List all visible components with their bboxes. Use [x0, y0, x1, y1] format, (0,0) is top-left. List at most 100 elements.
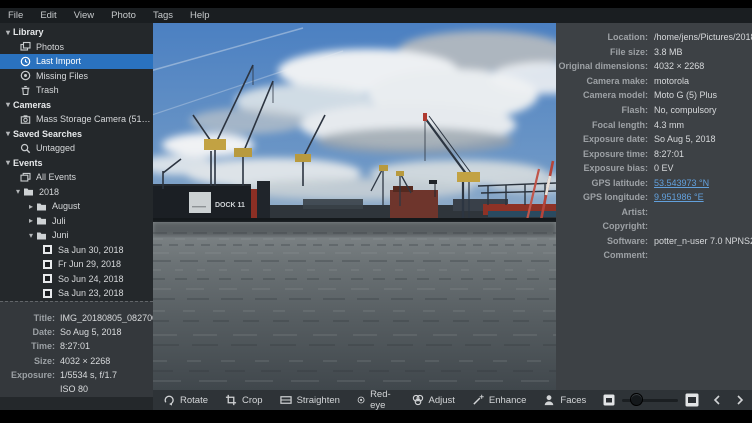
sidebar-section-saved-searches[interactable]: ▾ Saved Searches [0, 127, 153, 142]
sidebar-section-library[interactable]: ▾ Library [0, 25, 153, 40]
detail-label: GPS longitude: [556, 192, 648, 202]
zoom-out-photo-icon[interactable] [603, 394, 615, 406]
previous-photo-button[interactable] [712, 394, 722, 406]
event-icon [42, 273, 53, 284]
button-label: Crop [242, 395, 263, 406]
detail-value: So Aug 5, 2018 [654, 134, 716, 144]
detail-row: Original dimensions:4032 × 2268 [556, 59, 752, 74]
button-label: Faces [560, 395, 586, 406]
menu-edit[interactable]: Edit [40, 10, 56, 21]
sidebar-item-event-jun23[interactable]: Sa Jun 23, 2018 [0, 286, 153, 301]
info-label: Exposure: [0, 370, 55, 380]
detail-label: GPS latitude: [556, 178, 648, 188]
sidebar-item-event-jun30[interactable]: Sa Jun 30, 2018 [0, 243, 153, 258]
chevron-down-icon[interactable]: ▾ [3, 28, 13, 37]
info-row: Exposure: 1/5534 s, f/1.7 [0, 368, 153, 382]
sidebar-item-mass-storage-camera[interactable]: Mass Storage Camera (510 M... [0, 112, 153, 127]
menu-help[interactable]: Help [190, 10, 210, 21]
sidebar-item-august[interactable]: ▸ August [0, 199, 153, 214]
gps-latitude-link[interactable]: 53.543973 °N [654, 178, 709, 188]
detail-label: Artist: [556, 207, 648, 217]
detail-row: Artist: [556, 205, 752, 220]
info-row: Title: IMG_20180805_0827009... [0, 311, 153, 325]
shotwell-window: File Edit View Photo Tags Help ▾ Library… [0, 0, 752, 423]
detail-label: Flash: [556, 105, 648, 115]
info-row: Time: 8:27:01 [0, 339, 153, 353]
info-label: Time: [0, 341, 55, 351]
detail-value: 4.3 mm [654, 120, 684, 130]
section-label: Events [13, 158, 43, 168]
sidebar-item-label: Juni [52, 230, 69, 240]
rotate-button[interactable]: Rotate [163, 394, 208, 406]
section-label: Library [13, 27, 44, 37]
zoom-slider[interactable] [622, 393, 678, 407]
chevron-right-icon[interactable]: ▸ [26, 202, 36, 211]
red-eye-button[interactable]: Red-eye [357, 389, 395, 411]
sidebar-item-missing-files[interactable]: Missing Files [0, 69, 153, 84]
chevron-right-icon[interactable]: ▸ [26, 216, 36, 225]
sidebar-item-label: August [52, 201, 80, 211]
detail-label: Exposure time: [556, 149, 648, 159]
menu-view[interactable]: View [74, 10, 94, 21]
adjust-button[interactable]: Adjust [412, 394, 455, 406]
faces-button[interactable]: Faces [543, 394, 586, 406]
menu-bar: File Edit View Photo Tags Help [0, 8, 752, 23]
detail-row: Software:potter_n-user 7.0 NPNS2... [556, 234, 752, 249]
sidebar-item-label: Last Import [36, 56, 81, 66]
enhance-button[interactable]: Enhance [472, 394, 527, 406]
detail-label: Exposure date: [556, 134, 648, 144]
detail-value: /home/jens/Pictures/2018... [654, 32, 752, 42]
photo-viewer[interactable]: DOCK 11 [153, 23, 556, 390]
next-photo-button[interactable] [735, 394, 745, 406]
chevron-down-icon[interactable]: ▾ [13, 187, 23, 196]
sidebar-section-cameras[interactable]: ▾ Cameras [0, 98, 153, 113]
search-icon [20, 143, 31, 154]
sidebar-item-juni[interactable]: ▾ Juni [0, 228, 153, 243]
detail-value: 0 EV [654, 163, 674, 173]
button-label: Rotate [180, 395, 208, 406]
sidebar-item-trash[interactable]: Trash [0, 83, 153, 98]
sidebar-section-events[interactable]: ▾ Events [0, 156, 153, 171]
sidebar-item-event-jun29[interactable]: Fr Jun 29, 2018 [0, 257, 153, 272]
folder-icon [36, 230, 47, 241]
menu-tags[interactable]: Tags [153, 10, 173, 21]
zoom-in-photo-icon[interactable] [685, 393, 699, 407]
folder-icon [23, 186, 34, 197]
editing-toolbar: Rotate Crop Straighten Red-eye Adjust En… [153, 390, 752, 410]
detail-row: Copyright: [556, 219, 752, 234]
sidebar-item-photos[interactable]: Photos [0, 40, 153, 55]
chevron-down-icon[interactable]: ▾ [3, 129, 13, 138]
sidebar-item-event-jun24[interactable]: So Jun 24, 2018 [0, 272, 153, 287]
section-label: Cameras [13, 100, 51, 110]
chevron-down-icon[interactable]: ▾ [3, 158, 13, 167]
sidebar-item-2018[interactable]: ▾ 2018 [0, 185, 153, 200]
sidebar-item-untagged[interactable]: Untagged [0, 141, 153, 156]
menu-file[interactable]: File [8, 10, 23, 21]
camera-icon [20, 114, 31, 125]
chevron-down-icon[interactable]: ▾ [3, 100, 13, 109]
zoom-slider-handle[interactable] [630, 393, 643, 406]
sidebar-item-label: Sa Jun 30, 2018 [58, 245, 124, 255]
gps-longitude-link[interactable]: 9.951986 °E [654, 192, 704, 202]
adjust-icon [412, 394, 424, 406]
detail-label: Original dimensions: [556, 61, 648, 71]
basic-info-panel: Title: IMG_20180805_0827009... Date: So … [0, 301, 153, 397]
crop-button[interactable]: Crop [225, 394, 263, 406]
detail-row: File size:3.8 MB [556, 45, 752, 60]
detail-label: Focal length: [556, 120, 648, 130]
detail-value: Moto G (5) Plus [654, 90, 717, 100]
sidebar-item-label: Untagged [36, 143, 75, 153]
faces-icon [543, 394, 555, 406]
sidebar-item-label: Fr Jun 29, 2018 [58, 259, 121, 269]
sidebar-item-all-events[interactable]: All Events [0, 170, 153, 185]
extended-info-panel: Location:/home/jens/Pictures/2018... Fil… [556, 23, 752, 390]
menu-photo[interactable]: Photo [111, 10, 136, 21]
sidebar-item-juli[interactable]: ▸ Juli [0, 214, 153, 229]
info-value: So Aug 5, 2018 [60, 327, 122, 337]
detail-row: Camera make:motorola [556, 74, 752, 89]
sidebar-item-label: Missing Files [36, 71, 88, 81]
straighten-button[interactable]: Straighten [280, 394, 340, 406]
sidebar-item-last-import[interactable]: Last Import [0, 54, 153, 69]
event-icon [42, 288, 53, 299]
chevron-down-icon[interactable]: ▾ [26, 231, 36, 240]
